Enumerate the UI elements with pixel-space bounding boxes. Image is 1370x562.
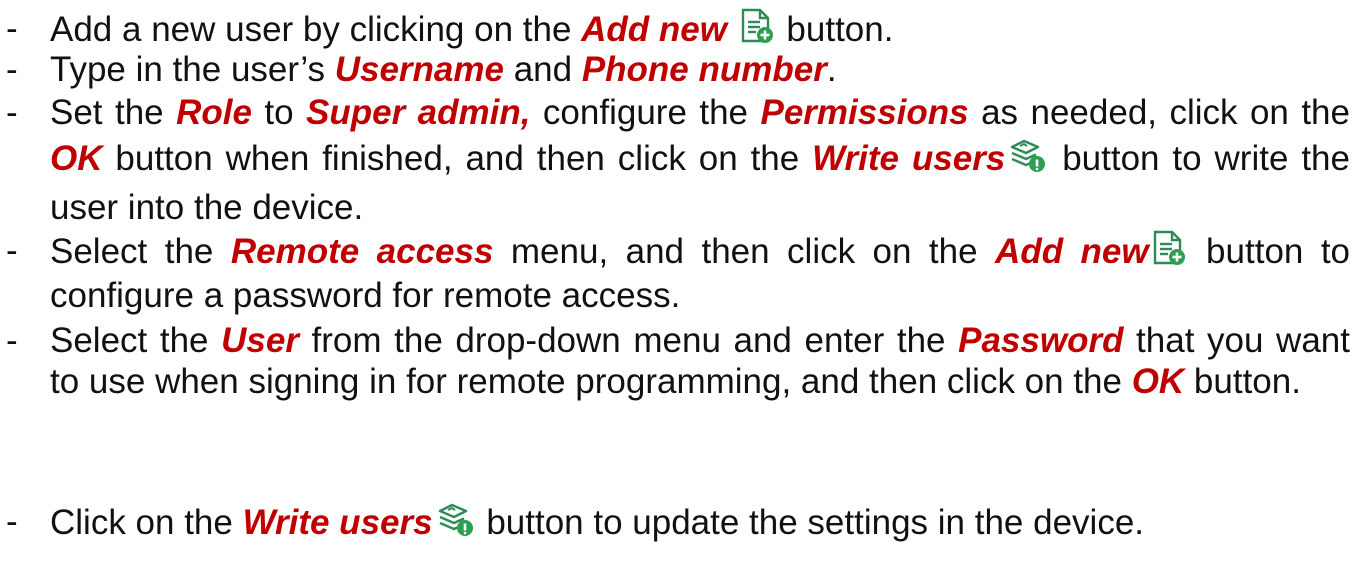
step-text: button when finished, and then click on … (102, 139, 813, 178)
emphasis-super-admin: Super admin, (306, 93, 531, 132)
step-text: Type in the user’s (50, 50, 335, 89)
add-new-icon (740, 8, 774, 53)
step-text: menu, and then click on the (493, 232, 996, 271)
step-text: Click on the (50, 503, 243, 542)
emphasis-ok: OK (50, 139, 103, 178)
step-text: Add a new user by clicking on the (50, 10, 582, 49)
emphasis-role: Role (176, 93, 252, 132)
step-text: configure the (530, 93, 761, 132)
step-text: Set the (50, 93, 177, 132)
emphasis-write-users: Write users (812, 139, 1006, 178)
instruction-step-6: - Click on the Write users button to upd… (0, 501, 1350, 546)
emphasis-username: Username (334, 50, 504, 89)
instruction-step-4: - Select the Remote access menu, and the… (0, 230, 1350, 316)
bullet-dash: - (6, 9, 18, 48)
step-text: button to update the settings in the dev… (476, 503, 1145, 542)
emphasis-add-new: Add new (581, 10, 727, 49)
emphasis-password: Password (958, 321, 1124, 360)
step-text: Select the (50, 232, 231, 271)
instruction-step-3: - Set the Role to Super admin, configure… (0, 90, 1350, 231)
instruction-step-2: - Type in the user’s Username and Phone … (0, 49, 1350, 90)
bullet-dash: - (6, 321, 18, 360)
step-text: . (826, 50, 837, 89)
write-users-icon (1008, 137, 1046, 185)
emphasis-remote-access: Remote access (230, 232, 494, 271)
add-new-icon (1152, 230, 1186, 275)
emphasis-ok: OK (1131, 362, 1185, 401)
step-text: as needed, click on the (968, 93, 1350, 132)
bullet-dash: - (6, 93, 18, 132)
step-text: button. (776, 10, 894, 49)
step-text: button. (1184, 362, 1301, 401)
step-text: to (251, 93, 307, 132)
instruction-step-1: - Add a new user by clicking on the Add … (0, 8, 1350, 53)
bullet-dash: - (6, 231, 18, 270)
emphasis-user: User (221, 321, 299, 360)
step-text: Select the (50, 321, 222, 360)
bullet-dash: - (6, 50, 18, 89)
step-text: and (503, 50, 582, 89)
emphasis-write-users: Write users (242, 503, 433, 542)
emphasis-phone-number: Phone number (581, 50, 827, 89)
emphasis-permissions: Permissions (760, 93, 969, 132)
instruction-step-5: - Select the User from the drop-down men… (0, 320, 1350, 402)
step-text: from the drop-down menu and enter the (298, 321, 959, 360)
bullet-dash: - (6, 502, 18, 541)
write-users-icon (436, 501, 474, 546)
emphasis-add-new: Add new (995, 232, 1149, 271)
instruction-document: - Add a new user by clicking on the Add … (0, 0, 1370, 562)
